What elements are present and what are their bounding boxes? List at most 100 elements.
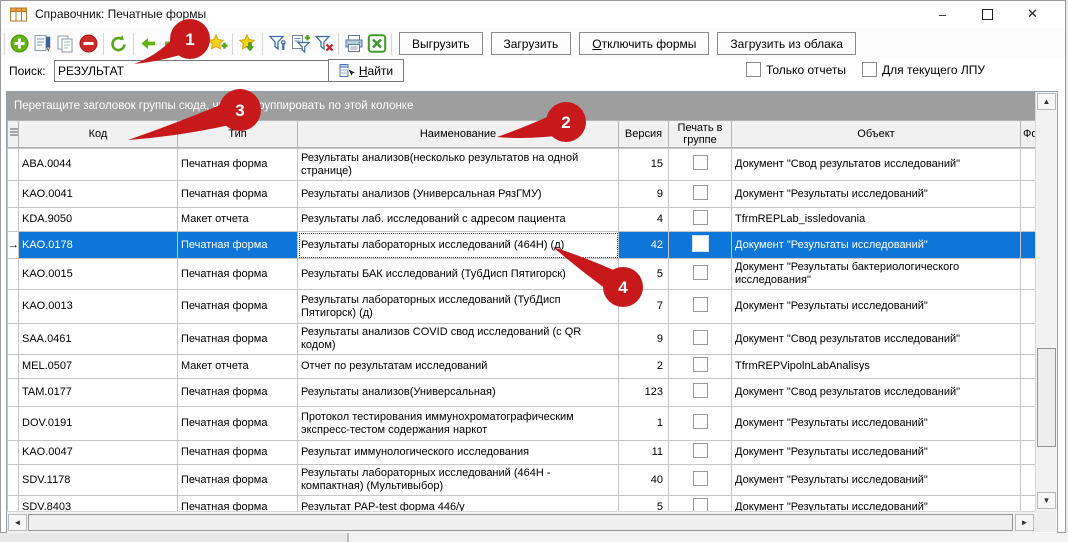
find-button[interactable]: Найти (328, 59, 404, 82)
disable-forms-button[interactable]: Отключить формы (579, 32, 709, 55)
print-icon[interactable] (342, 32, 365, 55)
import-forms-button[interactable]: Загрузить (491, 32, 572, 55)
table-row[interactable]: ABA.0044Печатная формаРезультаты анализо… (8, 149, 1036, 181)
table-row[interactable]: TAM.0177Печатная формаРезультаты анализо… (8, 379, 1036, 407)
copy-icon[interactable] (54, 32, 77, 55)
current-lpu-checkbox-item[interactable]: Для текущего ЛПУ (862, 62, 985, 77)
table-row[interactable]: →KAO.0178Печатная формаРезультаты лабора… (8, 232, 1036, 259)
row-indicator (8, 181, 19, 208)
table-row[interactable]: MEL.0507Макет отчетаОтчет по результатам… (8, 355, 1036, 379)
table-row[interactable]: SAA.0461Печатная формаРезультаты анализо… (8, 324, 1036, 355)
column-header-object[interactable]: Объект (732, 121, 1021, 148)
table-row[interactable]: KDA.9050Макет отчетаРезультаты лаб. иссл… (8, 208, 1036, 232)
table-row[interactable]: SDV.1178Печатная формаРезультаты лаборат… (8, 465, 1036, 496)
column-header-print-in-group[interactable]: Печать в группе (669, 121, 732, 148)
row-indicator (8, 290, 19, 324)
cell-print (669, 232, 732, 259)
print-in-group-checkbox[interactable] (693, 330, 708, 345)
only-reports-checkbox-item[interactable]: Только отчеты (746, 62, 846, 77)
row-indicator (8, 259, 19, 290)
refresh-icon[interactable] (107, 32, 130, 55)
row-indicator (8, 379, 19, 407)
cell-type: Печатная форма (178, 324, 298, 355)
toolbar-separator (391, 33, 392, 55)
print-in-group-checkbox[interactable] (693, 210, 708, 225)
table-row[interactable]: KAO.0015Печатная формаРезультаты БАК исс… (8, 259, 1036, 290)
print-in-group-checkbox[interactable] (692, 235, 709, 252)
print-in-group-checkbox[interactable] (693, 498, 708, 511)
cell-format (1021, 290, 1036, 324)
cell-version: 15 (619, 149, 669, 181)
scroll-up-arrow[interactable]: ▲ (1037, 93, 1056, 110)
cell-format (1021, 181, 1036, 208)
print-in-group-checkbox[interactable] (693, 357, 708, 372)
print-in-group-checkbox[interactable] (693, 155, 708, 170)
forms-grid: Перетащите заголовок группы сюда, чтобы … (6, 91, 1058, 535)
print-in-group-checkbox[interactable] (693, 297, 708, 312)
column-header-format[interactable]: Фор (1021, 121, 1036, 148)
print-in-group-checkbox[interactable] (693, 471, 708, 486)
print-in-group-checkbox[interactable] (693, 414, 708, 429)
find-button-label: Найти (359, 64, 393, 78)
cell-name: Результат PAP-test форма 446/у (298, 496, 619, 512)
cell-name: Результаты анализов(несколько результато… (298, 149, 619, 181)
filter-add-icon[interactable] (289, 32, 312, 55)
row-indicator (8, 355, 19, 379)
excel-export-icon[interactable] (365, 32, 388, 55)
print-in-group-checkbox[interactable] (693, 383, 708, 398)
column-header-version[interactable]: Версия (619, 121, 669, 148)
table-row[interactable]: KAO.0041Печатная формаРезультаты анализо… (8, 181, 1036, 208)
export-forms-button[interactable]: Выгрузить (399, 32, 483, 55)
current-lpu-checkbox[interactable] (862, 62, 877, 77)
vertical-scroll-thumb[interactable] (1037, 348, 1056, 447)
cell-name: Протокол тестирования иммунохроматографи… (298, 407, 619, 441)
cell-format (1021, 208, 1036, 232)
table-row[interactable]: KAO.0047Печатная формаРезультат иммуноло… (8, 441, 1036, 465)
edit-icon[interactable] (31, 32, 54, 55)
cell-print (669, 379, 732, 407)
add-icon[interactable] (8, 32, 31, 55)
print-in-group-checkbox[interactable] (693, 443, 708, 458)
cell-code: KAO.0041 (19, 181, 178, 208)
cell-code: KAO.0015 (19, 259, 178, 290)
cell-print (669, 290, 732, 324)
table-row[interactable]: SDV.8403Печатная формаРезультат PAP-test… (8, 496, 1036, 512)
cell-type: Печатная форма (178, 407, 298, 441)
load-from-cloud-button[interactable]: Загрузить из облака (717, 32, 856, 55)
grid-corner-button[interactable] (8, 121, 19, 148)
scroll-right-arrow[interactable]: ► (1015, 514, 1034, 531)
horizontal-scroll-thumb[interactable] (28, 514, 1013, 531)
close-button[interactable]: ✕ (1010, 1, 1055, 27)
delete-icon[interactable] (77, 32, 100, 55)
only-reports-checkbox[interactable] (746, 62, 761, 77)
table-body: ABA.0044Печатная формаРезультаты анализо… (8, 149, 1036, 512)
cell-format (1021, 232, 1036, 259)
print-in-group-checkbox[interactable] (693, 265, 708, 280)
star-import-icon[interactable] (236, 32, 259, 55)
grid-menu-icon (10, 128, 18, 137)
filter-icon[interactable] (266, 32, 289, 55)
cell-version: 123 (619, 379, 669, 407)
cell-format (1021, 355, 1036, 379)
filter-clear-icon[interactable] (312, 32, 335, 55)
cell-print (669, 208, 732, 232)
cell-format (1021, 324, 1036, 355)
table-row[interactable]: KAO.0013Печатная формаРезультаты лаборат… (8, 290, 1036, 324)
minimize-button[interactable]: – (920, 1, 965, 27)
scroll-down-arrow[interactable]: ▼ (1037, 492, 1056, 509)
scroll-left-arrow[interactable]: ◄ (8, 514, 27, 531)
maximize-button[interactable] (965, 1, 1010, 27)
cell-print (669, 181, 732, 208)
cell-object: TfrmREPVipolnLabAnalisys (732, 355, 1021, 379)
table-row[interactable]: DOV.0191Печатная формаПротокол тестирова… (8, 407, 1036, 441)
svg-text:2: 2 (561, 113, 570, 132)
cell-name: Результаты анализов (Универсальная РязГМ… (298, 181, 619, 208)
horizontal-scrollbar[interactable]: ◄ ► (7, 511, 1035, 533)
vertical-scrollbar[interactable]: ▲ ▼ (1035, 92, 1057, 511)
print-in-group-checkbox[interactable] (693, 185, 708, 200)
row-indicator (8, 324, 19, 355)
cell-object: Документ "Результаты исследований" (732, 496, 1021, 512)
cell-object: Документ "Свод результатов исследований" (732, 149, 1021, 181)
cell-format (1021, 259, 1036, 290)
cell-print (669, 149, 732, 181)
